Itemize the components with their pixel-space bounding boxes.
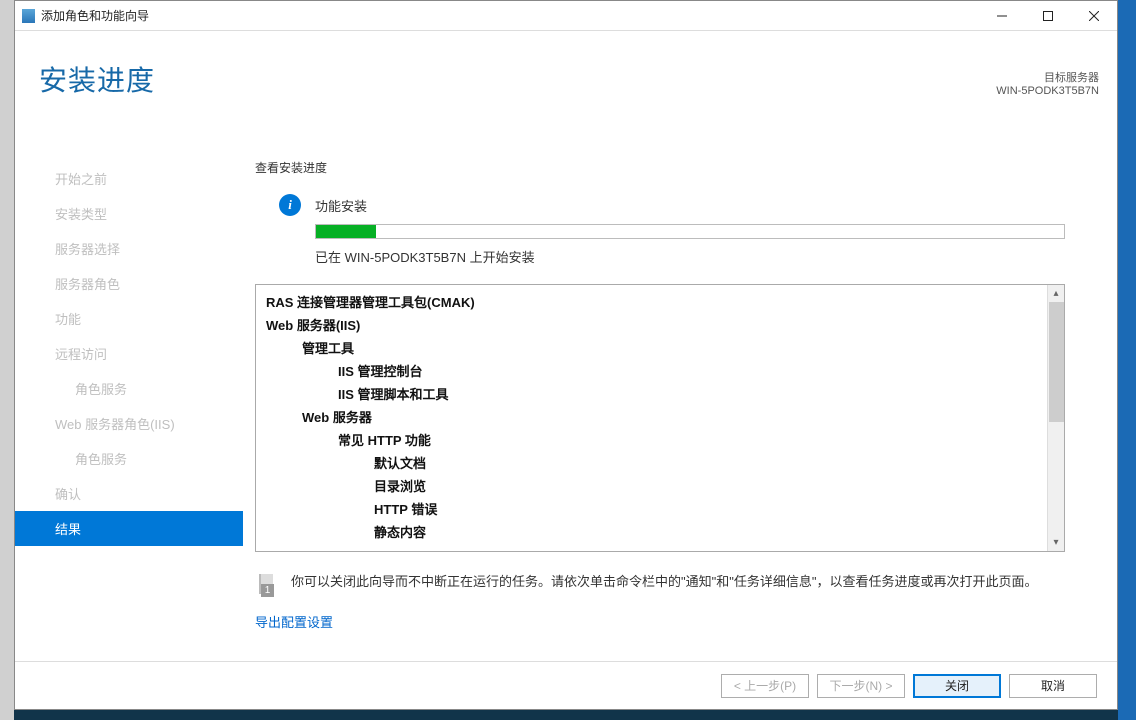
tree-item: 管理工具 (266, 337, 1064, 360)
wizard-footer: < 上一步(P) 下一步(N) > 关闭 取消 (15, 661, 1117, 709)
tree-item: IIS 管理控制台 (266, 360, 1064, 383)
tree-item: RAS 连接管理器管理工具包(CMAK) (266, 291, 1064, 314)
previous-button[interactable]: < 上一步(P) (721, 674, 809, 698)
info-row: i 功能安装 (279, 194, 1093, 216)
step-4: 功能 (15, 301, 243, 336)
target-server-info: 目标服务器 WIN-5PODK3T5B7N (996, 69, 1099, 97)
feature-tree: RAS 连接管理器管理工具包(CMAK)Web 服务器(IIS)管理工具IIS … (256, 285, 1064, 544)
note-box: 1 你可以关闭此向导而不中断正在运行的任务。请依次单击命令栏中的"通知"和"任务… (255, 572, 1065, 598)
wizard-steps-sidebar: 开始之前安装类型服务器选择服务器角色功能远程访问角色服务Web 服务器角色(II… (15, 131, 243, 661)
wizard-window: 添加角色和功能向导 安装进度 目标服务器 WIN-5PODK3T5B7N 开始之… (14, 0, 1118, 710)
wizard-content: 查看安装进度 i 功能安装 已在 WIN-5PODK3T5B7N 上开始安装 R… (243, 131, 1117, 661)
install-progress-bar (315, 224, 1065, 239)
background-right-strip (1118, 0, 1136, 720)
step-8: 角色服务 (15, 441, 243, 476)
step-9: 确认 (15, 476, 243, 511)
section-title: 查看安装进度 (255, 159, 1093, 176)
step-1: 安装类型 (15, 196, 243, 231)
progress-fill (316, 225, 376, 238)
info-text: 功能安装 (315, 196, 367, 215)
window-title: 添加角色和功能向导 (41, 7, 979, 24)
next-button[interactable]: 下一步(N) > (817, 674, 905, 698)
step-0: 开始之前 (15, 161, 243, 196)
note-badge: 1 (261, 584, 274, 597)
titlebar: 添加角色和功能向导 (15, 1, 1117, 31)
tree-item: Web 服务器 (266, 406, 1064, 429)
step-5: 远程访问 (15, 336, 243, 371)
page-title: 安装进度 (39, 59, 155, 99)
note-text: 你可以关闭此向导而不中断正在运行的任务。请依次单击命令栏中的"通知"和"任务详细… (291, 572, 1037, 598)
scroll-up-icon[interactable]: ▴ (1048, 285, 1064, 302)
wizard-body: 开始之前安装类型服务器选择服务器角色功能远程访问角色服务Web 服务器角色(II… (15, 131, 1117, 661)
status-text: 已在 WIN-5PODK3T5B7N 上开始安装 (315, 247, 1093, 266)
background-left-strip (0, 0, 14, 720)
scroll-down-icon[interactable]: ▾ (1048, 534, 1064, 551)
step-7: Web 服务器角色(IIS) (15, 406, 243, 441)
maximize-button[interactable] (1025, 1, 1071, 31)
minimize-button[interactable] (979, 1, 1025, 31)
export-config-link[interactable]: 导出配置设置 (255, 612, 333, 631)
feature-tree-box: RAS 连接管理器管理工具包(CMAK)Web 服务器(IIS)管理工具IIS … (255, 284, 1065, 552)
flag-icon: 1 (255, 574, 279, 598)
wizard-header: 安装进度 目标服务器 WIN-5PODK3T5B7N (15, 31, 1117, 131)
app-icon (19, 9, 35, 23)
target-label: 目标服务器 (996, 69, 1099, 85)
step-6: 角色服务 (15, 371, 243, 406)
tree-item: HTTP 错误 (266, 498, 1064, 521)
close-button[interactable] (1071, 1, 1117, 31)
step-2: 服务器选择 (15, 231, 243, 266)
tree-item: Web 服务器(IIS) (266, 314, 1064, 337)
step-10: 结果 (15, 511, 243, 546)
cancel-button[interactable]: 取消 (1009, 674, 1097, 698)
tree-item: IIS 管理脚本和工具 (266, 383, 1064, 406)
scroll-thumb[interactable] (1049, 302, 1064, 422)
close-wizard-button[interactable]: 关闭 (913, 674, 1001, 698)
target-server-name: WIN-5PODK3T5B7N (996, 85, 1099, 97)
scrollbar[interactable]: ▴ ▾ (1047, 285, 1064, 551)
tree-item: 目录浏览 (266, 475, 1064, 498)
info-icon: i (279, 194, 301, 216)
step-3: 服务器角色 (15, 266, 243, 301)
window-controls (979, 1, 1117, 31)
tree-item: 常见 HTTP 功能 (266, 429, 1064, 452)
tree-item: 静态内容 (266, 521, 1064, 544)
tree-item: 默认文档 (266, 452, 1064, 475)
